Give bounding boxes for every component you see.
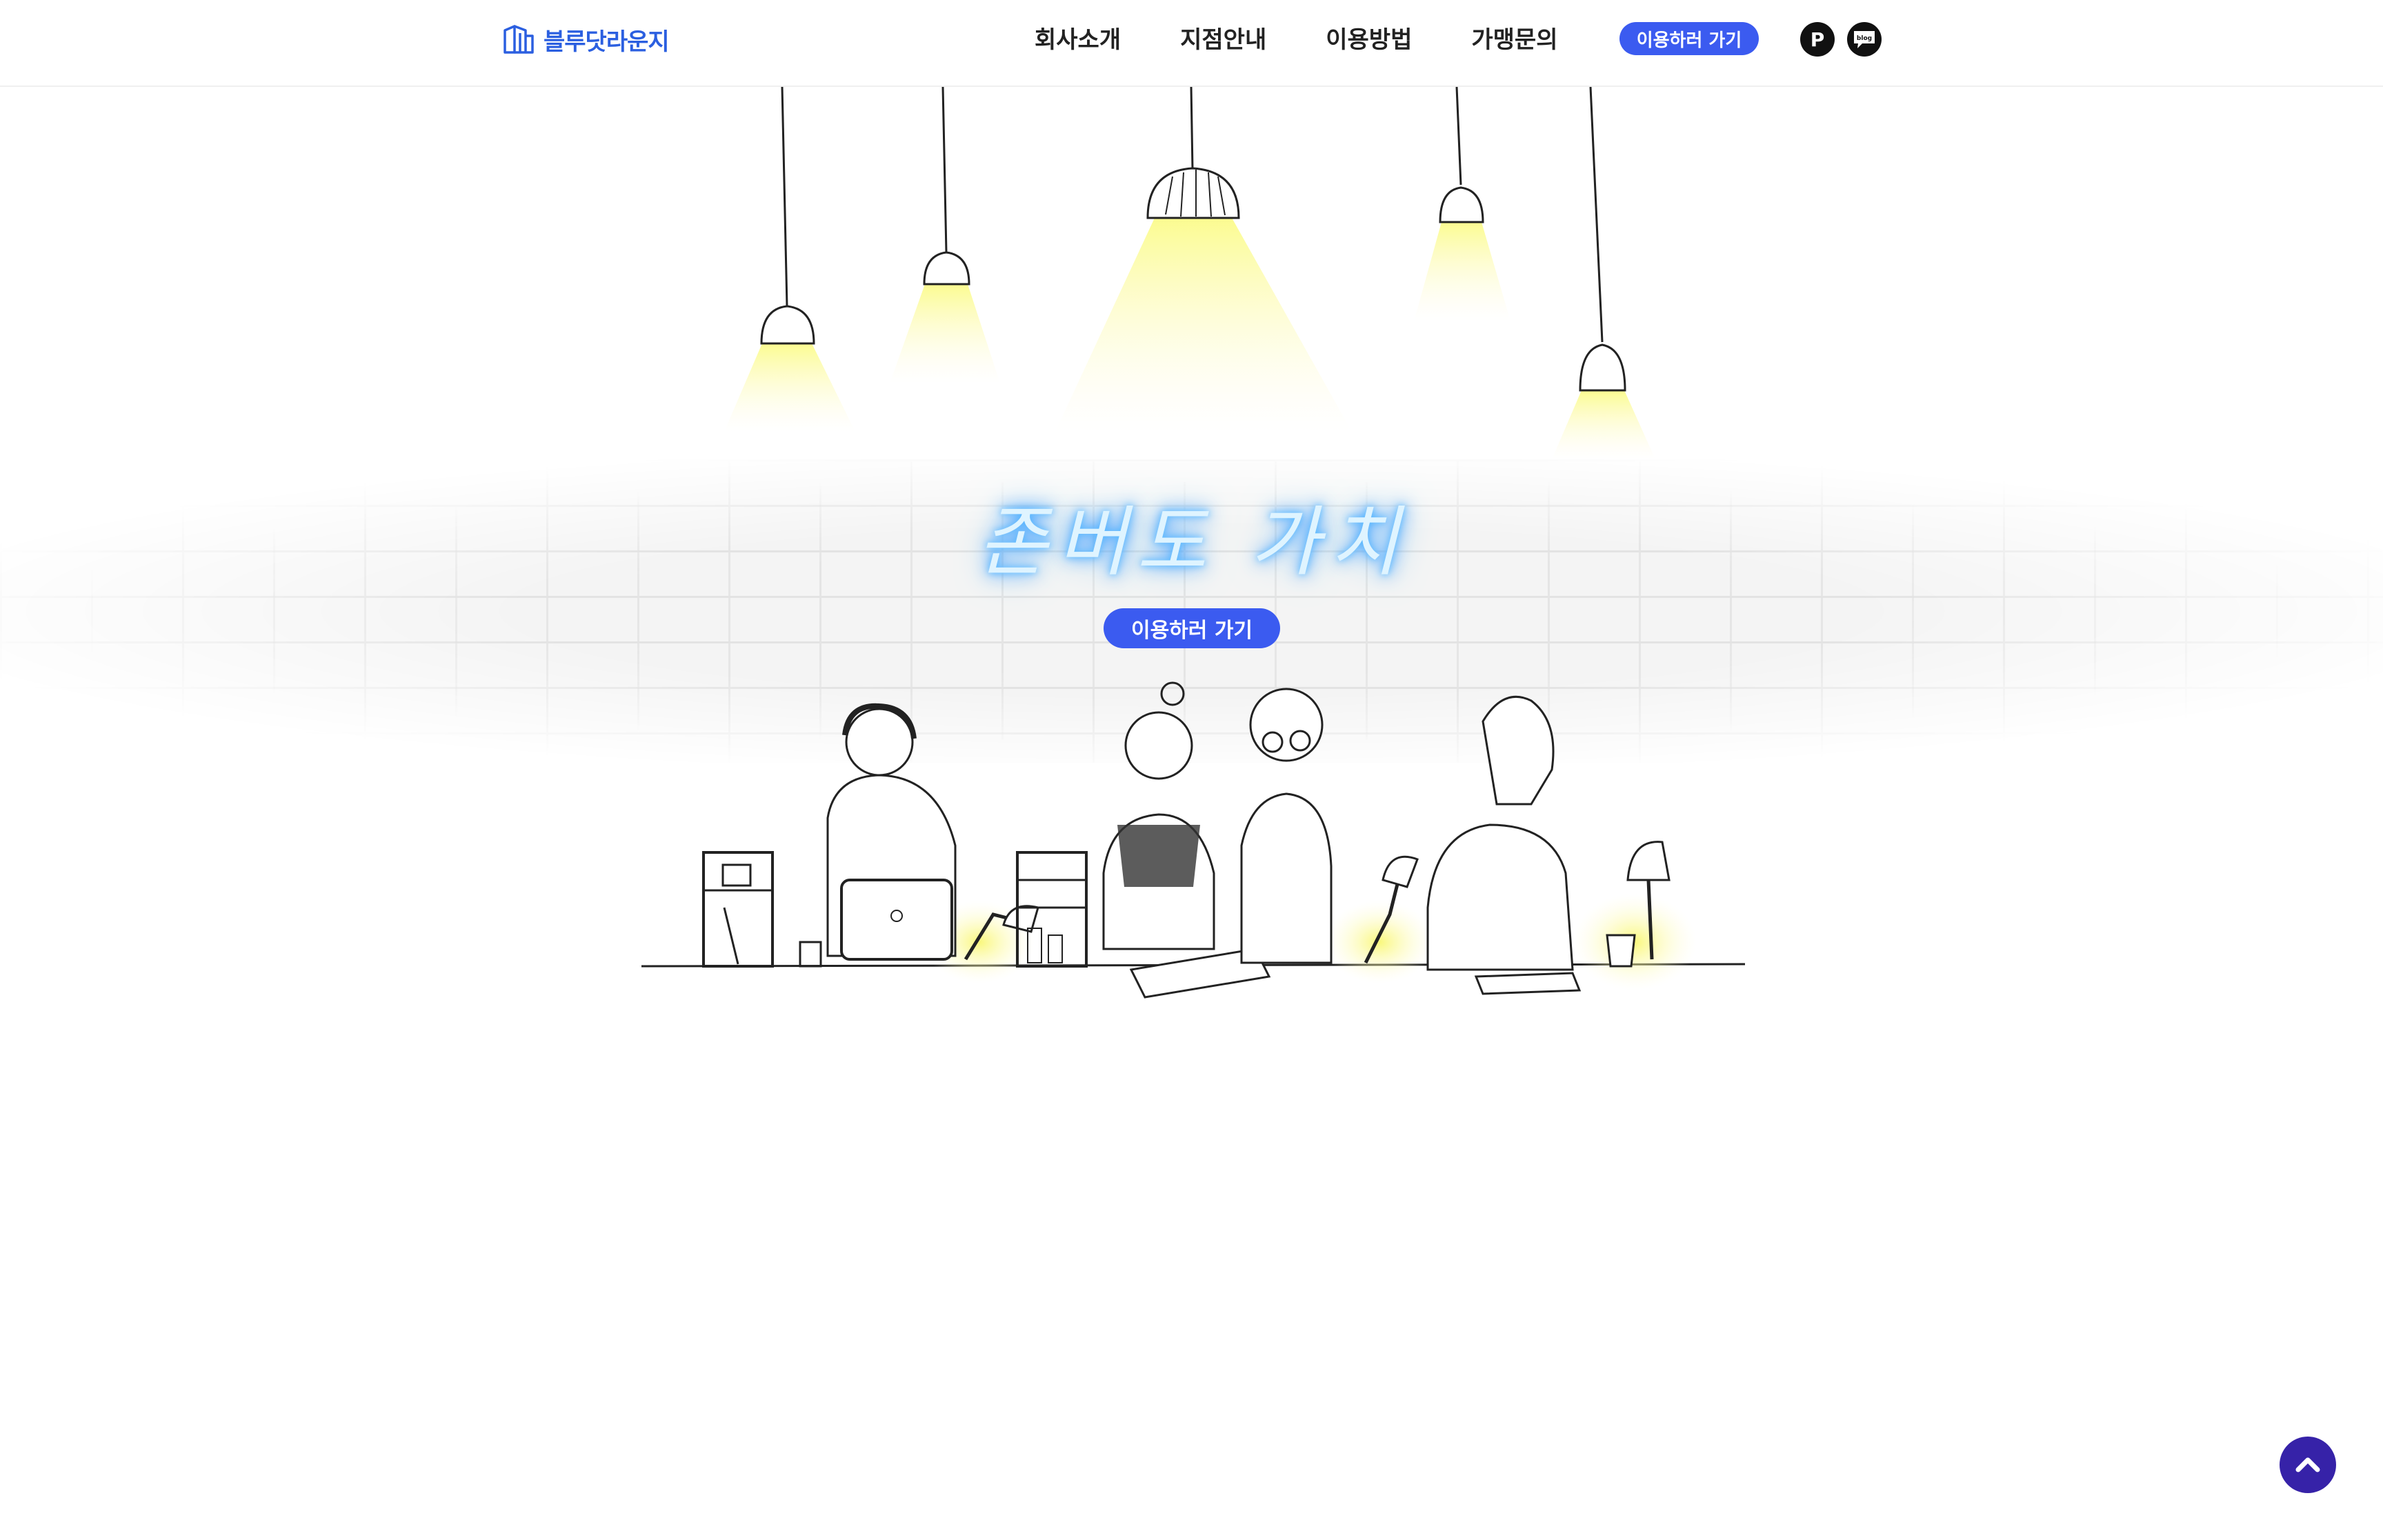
naver-place-icon[interactable]: P xyxy=(1800,22,1835,57)
blog-icon[interactable]: blog xyxy=(1847,22,1882,57)
hero-use-now-button[interactable]: 이용하러 가기 xyxy=(1104,608,1280,648)
brand-name: 블루닷라운지 xyxy=(544,28,670,56)
header-use-now-button[interactable]: 이용하러 가기 xyxy=(1619,22,1759,55)
site-header: 블루닷라운지 회사소개 지점안내 이용방법 가맹문의 이용하러 가기 P blo… xyxy=(0,0,2383,87)
speech-bubble-icon: blog xyxy=(1854,31,1875,48)
hero-section: 존버도 가치 이용하러 가기 xyxy=(0,87,2383,999)
chevron-up-icon xyxy=(2295,1457,2320,1472)
nav-item-about[interactable]: 회사소개 xyxy=(1035,21,1121,59)
scroll-top-button[interactable] xyxy=(2280,1437,2336,1493)
naver-place-label: P xyxy=(1810,28,1825,51)
page: 블루닷라운지 회사소개 지점안내 이용방법 가맹문의 이용하러 가기 P blo… xyxy=(0,0,2383,1540)
nav-item-franchise[interactable]: 가맹문의 xyxy=(1471,21,1557,59)
blog-label: blog xyxy=(1857,35,1872,42)
main-nav: 회사소개 지점안내 이용방법 가맹문의 xyxy=(1035,21,1617,59)
pendant-lamps-illustration xyxy=(724,87,1655,459)
nav-item-branches[interactable]: 지점안내 xyxy=(1180,21,1266,59)
logo-icon xyxy=(503,25,534,54)
hero-headline: 존버도 가치 xyxy=(977,498,1409,586)
brand-logo[interactable]: 블루닷라운지 xyxy=(499,21,670,58)
nav-item-how-to-use[interactable]: 이용방법 xyxy=(1326,21,1412,59)
people-studying-illustration xyxy=(641,681,1746,999)
